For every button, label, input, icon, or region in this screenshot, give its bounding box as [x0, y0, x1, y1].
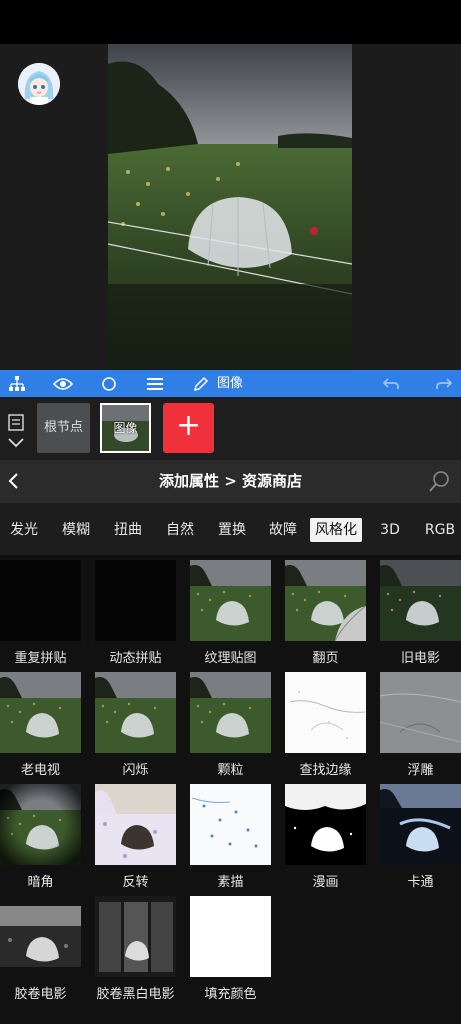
pencil-icon[interactable]	[190, 370, 212, 397]
effect-thumbnail	[0, 896, 81, 977]
effect-sketch[interactable]: 素描	[190, 784, 271, 892]
effect-label: 旧电影	[400, 651, 440, 666]
panel-header: 添加属性 > 资源商店	[0, 460, 461, 503]
category-tabs: 发光 模糊 扭曲 自然 置换 故障 风格化 3D RGB	[0, 503, 461, 555]
effect-label: 胶卷黑白电影	[96, 987, 175, 1002]
redo-icon[interactable]	[431, 370, 457, 397]
tab-glitch[interactable]: 故障	[265, 518, 301, 542]
add-node-button[interactable]: +	[163, 403, 214, 453]
effect-flicker[interactable]: 闪烁	[95, 672, 176, 780]
eye-icon[interactable]	[50, 370, 76, 397]
menu-icon[interactable]	[142, 370, 168, 397]
status-bar	[0, 0, 461, 44]
effect-dynamic-tile[interactable]: 动态拼贴	[95, 560, 176, 668]
tab-displace[interactable]: 置换	[214, 518, 250, 542]
main-toolbar: 图像	[0, 370, 461, 397]
avatar[interactable]	[18, 63, 60, 105]
effect-fill-color[interactable]: 填充颜色	[190, 896, 271, 1004]
effect-label: 查找边缘	[299, 763, 352, 778]
effect-thumbnail	[190, 560, 271, 641]
effect-label: 老电视	[20, 763, 60, 778]
effect-grain[interactable]: 颗粒	[190, 672, 271, 780]
undo-icon[interactable]	[378, 370, 404, 397]
tab-3d[interactable]: 3D	[376, 518, 404, 542]
effect-find-edges[interactable]: 查找边缘	[285, 672, 366, 780]
canvas-image[interactable]	[108, 44, 352, 370]
effect-label: 漫画	[312, 875, 339, 890]
effect-thumbnail	[380, 560, 461, 641]
tab-blur[interactable]: 模糊	[58, 518, 94, 542]
effect-label: 反转	[122, 875, 149, 890]
page-title: 添加属性 > 资源商店	[158, 472, 302, 490]
effect-thumbnail	[380, 784, 461, 865]
effect-label: 胶卷电影	[14, 987, 67, 1002]
effect-label: 浮雕	[407, 763, 434, 778]
effect-label: 纹理贴图	[204, 651, 257, 666]
effect-thumbnail	[285, 784, 366, 865]
effect-thumbnail	[380, 672, 461, 753]
effect-label: 暗角	[27, 875, 54, 890]
hierarchy-icon[interactable]	[4, 370, 30, 397]
effect-thumbnail	[95, 672, 176, 753]
effect-repeat-tile[interactable]: 重复拼贴	[0, 560, 81, 668]
effect-old-film[interactable]: 旧电影	[380, 560, 461, 668]
effect-film-bw[interactable]: 胶卷黑白电影	[95, 896, 176, 1004]
effect-thumbnail	[190, 784, 271, 865]
effect-thumbnail	[95, 560, 176, 641]
effect-texture-map[interactable]: 纹理贴图	[190, 560, 271, 668]
effect-comic[interactable]: 漫画	[285, 784, 366, 892]
effect-label: 动态拼贴	[109, 651, 162, 666]
effect-emboss[interactable]: 浮雕	[380, 672, 461, 780]
tab-glow[interactable]: 发光	[6, 518, 42, 542]
effect-label: 翻页	[312, 651, 339, 666]
effect-film[interactable]: 胶卷电影	[0, 896, 81, 1004]
effect-thumbnail	[285, 560, 366, 641]
effect-page-curl[interactable]: 翻页	[285, 560, 366, 668]
effect-cartoon[interactable]: 卡通	[380, 784, 461, 892]
effect-label: 填充颜色	[204, 987, 257, 1002]
search-icon[interactable]	[428, 469, 452, 493]
effect-label: 闪烁	[122, 763, 149, 778]
effect-thumbnail	[95, 896, 176, 977]
node-image[interactable]: 图像	[100, 403, 151, 453]
effect-thumbnail	[95, 784, 176, 865]
current-node-label[interactable]: 图像	[217, 370, 243, 397]
node-root[interactable]: 根节点	[37, 403, 90, 453]
effect-thumbnail	[0, 672, 81, 753]
effect-thumbnail	[190, 896, 271, 977]
tab-distort[interactable]: 扭曲	[110, 518, 146, 542]
effect-thumbnail	[0, 560, 81, 641]
effect-thumbnail	[285, 672, 366, 753]
circle-icon[interactable]	[96, 370, 122, 397]
effect-label: 素描	[217, 875, 244, 890]
node-list-toggle[interactable]	[6, 414, 28, 452]
node-image-label: 图像	[113, 421, 138, 435]
effect-label: 卡通	[407, 875, 434, 890]
effect-thumbnail	[190, 672, 271, 753]
effect-label: 颗粒	[217, 763, 244, 778]
tab-stylize[interactable]: 风格化	[310, 518, 362, 542]
effect-vignette[interactable]: 暗角	[0, 784, 81, 892]
tab-nature[interactable]: 自然	[162, 518, 198, 542]
effect-label: 重复拼贴	[14, 651, 67, 666]
effect-invert[interactable]: 反转	[95, 784, 176, 892]
tab-rgb[interactable]: RGB	[422, 518, 458, 542]
effect-thumbnail	[0, 784, 81, 865]
effect-old-tv[interactable]: 老电视	[0, 672, 81, 780]
